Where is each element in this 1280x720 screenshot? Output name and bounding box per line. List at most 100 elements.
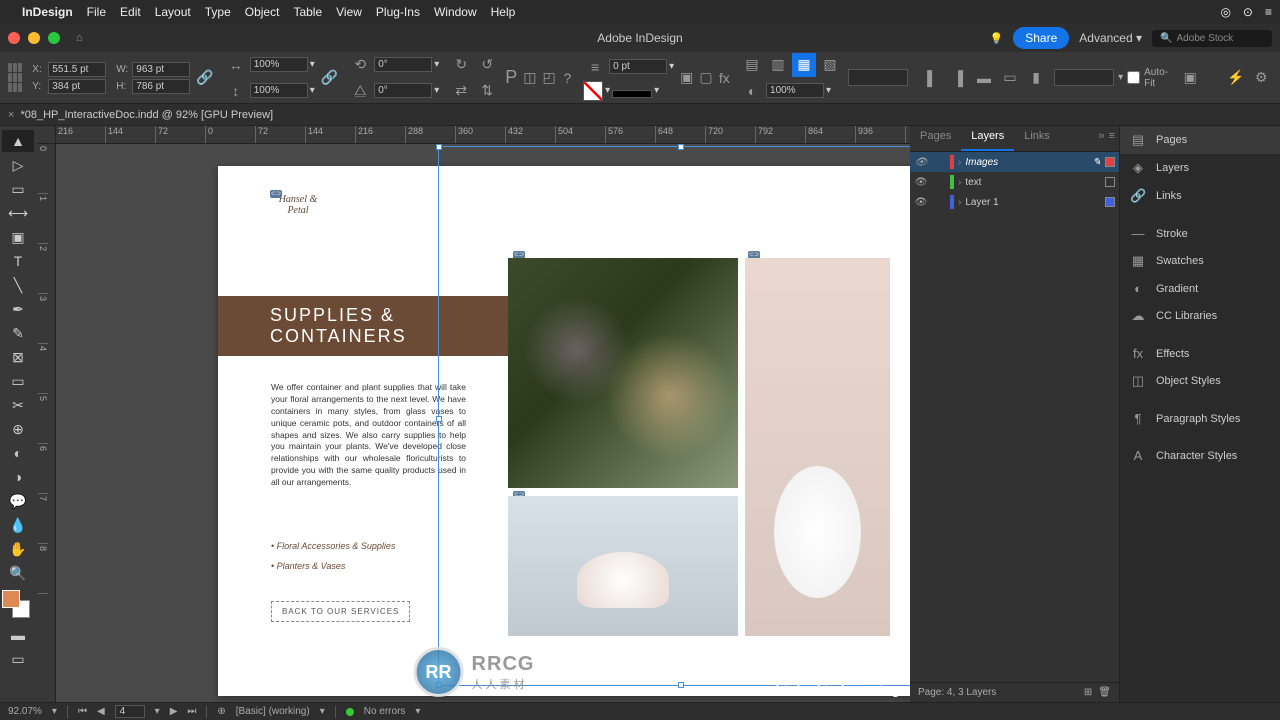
align-icon[interactable]: ▐: [946, 66, 970, 90]
gradient-tool[interactable]: ◐: [2, 442, 34, 464]
stroke-style-swatch[interactable]: [612, 90, 652, 98]
note-tool[interactable]: 💬: [2, 490, 34, 512]
x-input[interactable]: [48, 62, 106, 77]
link-scale-icon[interactable]: 🔗: [321, 66, 338, 90]
dropdown-icon[interactable]: ▾: [669, 61, 674, 72]
first-page-icon[interactable]: ⏮: [78, 706, 87, 717]
collapse-icon[interactable]: »: [1098, 130, 1104, 147]
dropdown-icon[interactable]: ▾: [1118, 72, 1123, 83]
align-icon[interactable]: ▌: [920, 66, 944, 90]
menu-view[interactable]: View: [336, 5, 362, 19]
minimize-window-button[interactable]: [28, 32, 40, 44]
selection-tool[interactable]: ▲: [2, 130, 34, 152]
align-icon[interactable]: ▮: [1024, 66, 1048, 90]
wrap-icon[interactable]: ▧: [818, 53, 842, 77]
w-input[interactable]: [132, 62, 190, 77]
ruler-origin[interactable]: [38, 126, 56, 144]
zoom-tool[interactable]: 🔍: [2, 562, 34, 584]
container-select-icon[interactable]: ◫: [523, 66, 536, 90]
layer-row-text[interactable]: 👁 › text: [910, 172, 1119, 192]
layer-target-icon[interactable]: [1105, 197, 1115, 207]
maximize-window-button[interactable]: [48, 32, 60, 44]
align-icon[interactable]: ▬: [972, 66, 996, 90]
rail-pages[interactable]: ▤Pages: [1120, 126, 1280, 154]
pen-tool[interactable]: ✒: [2, 298, 34, 320]
help-icon[interactable]: ?: [562, 66, 573, 90]
frame-options-icon[interactable]: ▣: [1179, 66, 1201, 90]
align-icon[interactable]: ▭: [998, 66, 1022, 90]
rail-layers[interactable]: ◈Layers: [1120, 154, 1280, 182]
scale-y-input[interactable]: [250, 83, 308, 98]
menu-layout[interactable]: Layout: [155, 5, 191, 19]
adobe-stock-search[interactable]: 🔍 Adobe Stock: [1152, 30, 1272, 47]
opacity-input[interactable]: [766, 83, 824, 98]
rail-gradient[interactable]: ◐Gradient: [1120, 275, 1280, 302]
rotate-cw-icon[interactable]: ↻: [449, 53, 473, 77]
type-tool[interactable]: T: [2, 250, 34, 272]
apply-color-icon[interactable]: ▬: [2, 624, 34, 646]
quick-apply-icon[interactable]: ⚡: [1225, 66, 1247, 90]
dropdown-icon[interactable]: ▾: [434, 85, 439, 96]
visibility-icon[interactable]: 👁: [914, 197, 928, 208]
free-transform-tool[interactable]: ⊕: [2, 418, 34, 440]
back-button[interactable]: BACK TO OUR SERVICES: [271, 601, 410, 622]
constrain-icon[interactable]: 🔗: [196, 66, 213, 90]
expand-icon[interactable]: ›: [958, 157, 961, 168]
zoom-dropdown-icon[interactable]: ▾: [52, 706, 57, 717]
dropdown-icon[interactable]: ▾: [605, 85, 610, 96]
stroke-input[interactable]: [609, 59, 667, 74]
panel-menu-icon[interactable]: ⚙: [1251, 66, 1273, 90]
open-icon[interactable]: ⊕: [217, 706, 225, 717]
horizontal-ruler[interactable]: 2161447207214421628836043250457664872079…: [56, 126, 910, 144]
frame-fit-icon[interactable]: ▣: [680, 66, 693, 90]
rotate-ccw-icon[interactable]: ↺: [475, 53, 499, 77]
app-name[interactable]: InDesign: [22, 5, 73, 19]
shear-input[interactable]: [374, 83, 432, 98]
p-icon[interactable]: P: [505, 66, 517, 90]
rail-paragraph-styles[interactable]: ¶Paragraph Styles: [1120, 405, 1280, 432]
preset-dropdown-icon[interactable]: ▾: [320, 706, 325, 717]
menu-type[interactable]: Type: [205, 5, 231, 19]
menu-file[interactable]: File: [87, 5, 106, 19]
share-button[interactable]: Share: [1013, 27, 1069, 49]
page-dropdown-icon[interactable]: ▾: [155, 706, 160, 717]
tab-layers[interactable]: Layers: [961, 126, 1014, 151]
pencil-tool[interactable]: ✎: [2, 322, 34, 344]
line-tool[interactable]: ╲: [2, 274, 34, 296]
rail-swatches[interactable]: ▦Swatches: [1120, 247, 1280, 275]
close-window-button[interactable]: [8, 32, 20, 44]
menu-window[interactable]: Window: [434, 5, 477, 19]
cc-icon[interactable]: ◎: [1220, 5, 1230, 19]
next-page-icon[interactable]: ▶: [170, 706, 178, 717]
vertical-ruler[interactable]: 012345678: [38, 144, 56, 702]
layer-target-icon[interactable]: [1105, 157, 1115, 167]
fx-icon[interactable]: fx: [719, 66, 730, 90]
panel-menu-icon[interactable]: ≡: [1109, 130, 1115, 147]
expand-icon[interactable]: ›: [958, 197, 961, 208]
new-layer-icon[interactable]: ⊞: [1084, 687, 1092, 698]
page-tool[interactable]: ▭: [2, 178, 34, 200]
canvas[interactable]: 2161447207214421628836043250457664872079…: [38, 126, 910, 702]
hint-icon[interactable]: 💡: [990, 32, 1004, 45]
frame-fit-icon[interactable]: ▢: [699, 66, 712, 90]
eyedropper-tool[interactable]: 💧: [2, 514, 34, 536]
fill-none-swatch[interactable]: [583, 81, 603, 101]
gradient-feather-tool[interactable]: ◑: [2, 466, 34, 488]
layer-target-icon[interactable]: [1105, 177, 1115, 187]
style-selector[interactable]: [848, 69, 908, 86]
rotate-input[interactable]: [374, 57, 432, 72]
dropdown-icon[interactable]: ▾: [654, 85, 659, 96]
home-icon[interactable]: ⌂: [76, 32, 83, 44]
dropdown-icon[interactable]: ▾: [310, 85, 315, 96]
page-input[interactable]: [115, 705, 145, 718]
hand-tool[interactable]: ✋: [2, 538, 34, 560]
menu-object[interactable]: Object: [245, 5, 280, 19]
rectangle-frame-tool[interactable]: ⊠: [2, 346, 34, 368]
rail-links[interactable]: 🔗Links: [1120, 182, 1280, 210]
expand-icon[interactable]: ›: [958, 177, 961, 188]
content-select-icon[interactable]: ◰: [542, 66, 555, 90]
fit-selector[interactable]: [1054, 69, 1114, 86]
wrap-icon[interactable]: ▥: [766, 53, 790, 77]
content-collector-tool[interactable]: ▣: [2, 226, 34, 248]
direct-selection-tool[interactable]: ▷: [2, 154, 34, 176]
